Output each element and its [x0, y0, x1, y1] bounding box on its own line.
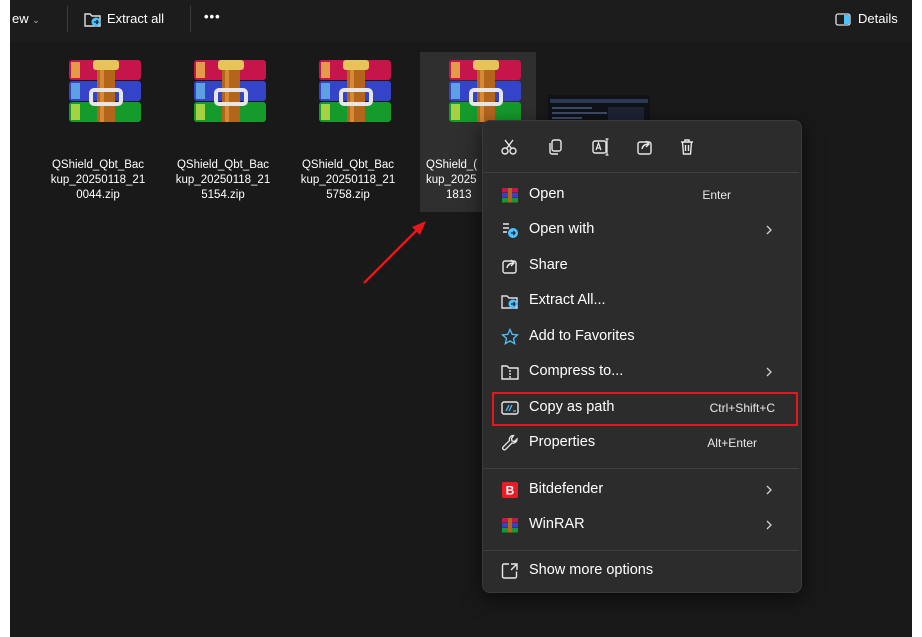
chevron-right-icon [766, 520, 772, 530]
menu-item-open-with[interactable]: Open with [491, 213, 793, 247]
extract-icon [84, 13, 101, 27]
file-name-line: QShield_Qbt_Bac [176, 159, 270, 171]
menu-item-label: Open with [529, 221, 595, 237]
winrar-archive-icon [449, 60, 521, 122]
winrar-icon [502, 188, 518, 203]
file-name-line: kup_20250118_21 [300, 174, 396, 186]
winrar-icon [502, 518, 518, 533]
share-button[interactable] [629, 134, 661, 160]
file-item[interactable]: QShield_Qbt_Bac kup_20250118_21 5154.zip [165, 52, 281, 212]
file-name-line: 0044.zip [76, 189, 120, 201]
file-item[interactable]: QShield_Qbt_Bac kup_20250118_21 0044.zip [40, 52, 156, 212]
file-name-line: QShield_Qbt_Bac [301, 159, 395, 171]
file-name: QShield_Qbt_Bac kup_20250118_21 0044.zip [40, 158, 156, 203]
details-label: Details [858, 11, 898, 26]
toolbar-divider [67, 6, 68, 32]
menu-item-label: Compress to... [529, 363, 624, 379]
details-pane-icon [835, 13, 851, 26]
menu-item-label: WinRAR [529, 516, 585, 532]
details-button[interactable]: Details [833, 5, 909, 33]
rename-icon [592, 138, 609, 156]
chevron-down-icon: ⌄ [32, 15, 40, 25]
file-name-line: QShield_Qbt_Bac [51, 159, 145, 171]
bitdefender-icon: B [502, 482, 518, 498]
delete-button[interactable] [671, 134, 703, 160]
menu-item-label: Bitdefender [529, 481, 604, 497]
extract-icon [501, 295, 518, 309]
highlight-box-annotation [492, 392, 798, 426]
menu-item-label: Extract All... [529, 292, 606, 308]
command-bar: ew ⌄ Extract all ••• Details [10, 0, 912, 42]
menu-item-shortcut: Alt+Enter [707, 436, 757, 450]
chevron-right-icon [766, 485, 772, 495]
file-item[interactable]: QShield_Qbt_Bac kup_20250118_21 5758.zip [290, 52, 406, 212]
copy-icon [549, 139, 562, 155]
menu-item-bitdefender[interactable]: B Bitdefender [491, 473, 793, 507]
file-name-line: 5758.zip [326, 189, 370, 201]
menu-item-show-more-options[interactable]: Show more options [491, 554, 793, 588]
winrar-archive-icon [194, 60, 266, 122]
chevron-right-icon [766, 367, 772, 377]
menu-divider [483, 172, 799, 173]
menu-item-label: Add to Favorites [529, 328, 635, 344]
menu-item-add-to-favorites[interactable]: Add to Favorites [491, 320, 793, 354]
view-button[interactable]: ew ⌄ [12, 11, 40, 26]
file-name: QShield_Qbt_Bac kup_20250118_21 5154.zip [165, 158, 281, 203]
extract-all-label: Extract all [107, 11, 165, 26]
delete-icon [681, 139, 693, 155]
menu-item-open[interactable]: Open Enter [491, 178, 793, 212]
menu-item-label: Share [529, 257, 568, 273]
cut-icon [501, 139, 517, 155]
menu-item-extract-all[interactable]: Extract All... [491, 284, 793, 318]
share-icon [502, 259, 517, 274]
file-name-line: kup_20250118_21 [50, 174, 146, 186]
menu-item-shortcut: Enter [702, 188, 731, 202]
menu-item-compress-to[interactable]: Compress to... [491, 355, 793, 389]
toolbar-divider [190, 6, 191, 32]
context-menu: Open Enter Open with Share Extract All..… [482, 120, 802, 593]
svg-text:B: B [506, 484, 515, 498]
compress-icon [501, 365, 519, 380]
red-arrow-annotation [363, 221, 426, 284]
menu-item-label: Properties [529, 434, 596, 450]
file-name-line: 5154.zip [201, 189, 245, 201]
wrench-icon [502, 434, 518, 451]
view-label: ew [12, 11, 29, 26]
file-name: QShield_Qbt_Bac kup_20250118_21 5758.zip [290, 158, 406, 203]
rename-button[interactable] [585, 134, 617, 160]
open-with-icon [503, 223, 518, 238]
menu-item-winrar[interactable]: WinRAR [491, 508, 793, 542]
cut-button[interactable] [493, 134, 525, 160]
share-icon [637, 140, 652, 155]
file-name-line: kup_20250118_21 [175, 174, 271, 186]
star-icon [501, 328, 519, 346]
copy-button[interactable] [539, 134, 571, 160]
extract-all-button[interactable]: Extract all [82, 5, 174, 33]
winrar-archive-icon [69, 60, 141, 122]
more-options-button[interactable]: ••• [204, 9, 221, 24]
menu-item-label: Open [529, 186, 565, 202]
menu-item-label: Show more options [529, 562, 654, 578]
winrar-archive-icon [319, 60, 391, 122]
menu-item-share[interactable]: Share [491, 249, 793, 283]
menu-item-properties[interactable]: Properties Alt+Enter [491, 426, 793, 460]
show-more-icon [501, 563, 518, 579]
chevron-right-icon [766, 225, 772, 235]
menu-divider [483, 468, 799, 469]
menu-divider [483, 550, 799, 551]
